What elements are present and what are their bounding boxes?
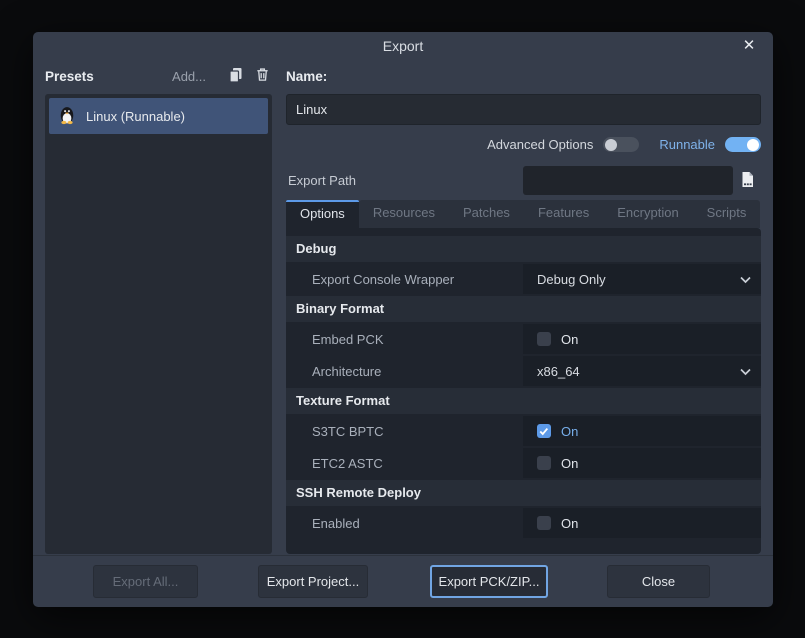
checkbox-state-label: On bbox=[561, 456, 578, 471]
tab-scripts[interactable]: Scripts bbox=[693, 200, 761, 228]
close-button[interactable]: Close bbox=[607, 565, 710, 598]
advanced-options-toggle[interactable] bbox=[603, 137, 639, 152]
etc2-astc-control: On bbox=[523, 448, 761, 478]
section-header-debug: Debug bbox=[286, 236, 761, 262]
etc2-astc-checkbox[interactable] bbox=[537, 456, 551, 470]
name-input[interactable] bbox=[286, 94, 761, 125]
section-header-ssh-remote-deploy: SSH Remote Deploy bbox=[286, 480, 761, 506]
runnable-toggle[interactable] bbox=[725, 137, 761, 152]
checkbox-state-label: On bbox=[561, 516, 578, 531]
option-row-embed-pck: Embed PCK On bbox=[286, 324, 761, 354]
s3tc-bptc-checkbox[interactable] bbox=[537, 424, 551, 438]
tab-features[interactable]: Features bbox=[524, 200, 603, 228]
option-label: ETC2 ASTC bbox=[286, 448, 523, 478]
option-label: Architecture bbox=[286, 356, 523, 386]
export-console-wrapper-dropdown[interactable]: Debug Only bbox=[523, 264, 761, 294]
linux-penguin-icon bbox=[57, 105, 77, 128]
titlebar: Export ✕ bbox=[33, 32, 773, 58]
dialog-footer: Export All... Export Project... Export P… bbox=[33, 555, 773, 607]
option-label: Enabled bbox=[286, 508, 523, 538]
export-dialog: Export ✕ Presets Add... bbox=[33, 32, 773, 607]
option-row-architecture: Architecture x86_64 bbox=[286, 356, 761, 386]
export-path-label: Export Path bbox=[286, 173, 523, 188]
export-path-input[interactable] bbox=[523, 166, 733, 195]
duplicate-preset-button[interactable] bbox=[226, 66, 246, 86]
section-header-texture-format: Texture Format bbox=[286, 388, 761, 414]
file-icon bbox=[739, 171, 755, 191]
s3tc-bptc-control: On bbox=[523, 416, 761, 446]
dropdown-value: x86_64 bbox=[523, 364, 580, 379]
export-all-button[interactable]: Export All... bbox=[93, 565, 198, 598]
embed-pck-control: On bbox=[523, 324, 761, 354]
presets-heading: Presets bbox=[45, 69, 94, 84]
name-heading: Name: bbox=[286, 69, 327, 84]
trash-icon bbox=[255, 67, 270, 85]
ssh-enabled-control: On bbox=[523, 508, 761, 538]
tab-resources[interactable]: Resources bbox=[359, 200, 449, 228]
add-preset-button[interactable]: Add... bbox=[172, 69, 206, 84]
export-tabs: Options Resources Patches Features Encry… bbox=[286, 200, 761, 228]
preset-list: Linux (Runnable) bbox=[45, 94, 272, 554]
close-icon[interactable]: ✕ bbox=[739, 36, 759, 56]
preset-item-linux[interactable]: Linux (Runnable) bbox=[49, 98, 268, 134]
chevron-down-icon bbox=[740, 272, 751, 287]
option-row-export-console-wrapper: Export Console Wrapper Debug Only bbox=[286, 264, 761, 294]
chevron-down-icon bbox=[740, 364, 751, 379]
option-label: Export Console Wrapper bbox=[286, 264, 523, 294]
embed-pck-checkbox[interactable] bbox=[537, 332, 551, 346]
option-label: Embed PCK bbox=[286, 324, 523, 354]
export-pck-zip-button[interactable]: Export PCK/ZIP... bbox=[430, 565, 548, 598]
checkbox-state-label: On bbox=[561, 332, 578, 347]
delete-preset-button[interactable] bbox=[252, 66, 272, 86]
option-row-s3tc-bptc: S3TC BPTC On bbox=[286, 416, 761, 446]
browse-path-button[interactable] bbox=[733, 166, 761, 195]
presets-panel: Presets Add... bbox=[45, 58, 272, 554]
dialog-title: Export bbox=[33, 38, 773, 54]
checkbox-state-label: On bbox=[561, 424, 578, 439]
advanced-options-label: Advanced Options bbox=[487, 137, 593, 152]
duplicate-icon bbox=[228, 67, 244, 86]
option-label: S3TC BPTC bbox=[286, 416, 523, 446]
tab-patches[interactable]: Patches bbox=[449, 200, 524, 228]
export-project-button[interactable]: Export Project... bbox=[258, 565, 368, 598]
options-tab-content: Debug Export Console Wrapper Debug Only … bbox=[286, 228, 761, 554]
tab-encryption[interactable]: Encryption bbox=[603, 200, 692, 228]
ssh-enabled-checkbox[interactable] bbox=[537, 516, 551, 530]
preset-item-label: Linux (Runnable) bbox=[86, 109, 185, 124]
runnable-label: Runnable bbox=[659, 137, 715, 152]
tab-options[interactable]: Options bbox=[286, 200, 359, 228]
option-row-ssh-enabled: Enabled On bbox=[286, 508, 761, 538]
option-row-etc2-astc: ETC2 ASTC On bbox=[286, 448, 761, 478]
architecture-dropdown[interactable]: x86_64 bbox=[523, 356, 761, 386]
dropdown-value: Debug Only bbox=[523, 272, 606, 287]
section-header-binary-format: Binary Format bbox=[286, 296, 761, 322]
